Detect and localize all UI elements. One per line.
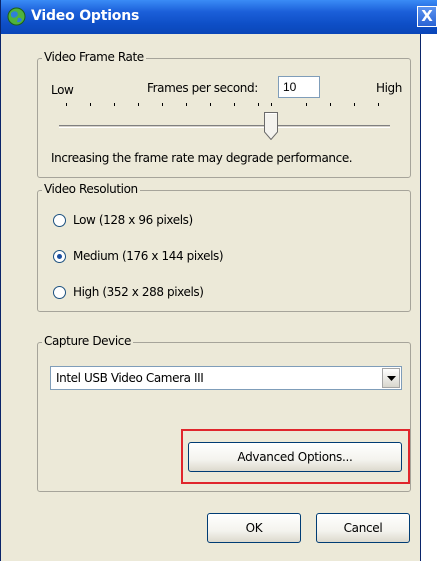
capture-device-select[interactable]: Intel USB Video Camera III: [50, 366, 402, 390]
slider-tick: [66, 103, 67, 106]
highlight-annotation: [181, 429, 410, 484]
frame-rate-high-label: High: [376, 81, 402, 95]
slider-tick: [186, 103, 187, 106]
radio-medium-label: Medium (176 x 144 pixels): [73, 249, 224, 263]
resolution-option-high[interactable]: High (352 x 288 pixels): [53, 285, 253, 301]
title-bar[interactable]: Video Options X: [1, 0, 437, 34]
close-button[interactable]: X: [417, 6, 437, 27]
radio-high[interactable]: [53, 286, 66, 299]
slider-tick: [138, 103, 139, 106]
capture-device-value: Intel USB Video Camera III: [56, 371, 204, 385]
radio-medium[interactable]: [53, 250, 66, 263]
slider-tick: [162, 103, 163, 106]
capture-device-dropdown-button[interactable]: [382, 368, 400, 388]
slider-tick: [234, 103, 235, 106]
window-title: Video Options: [31, 8, 140, 24]
fps-label: Frames per second:: [147, 81, 258, 95]
fps-input[interactable]: [278, 76, 320, 98]
slider-tick: [114, 103, 115, 106]
frame-rate-note: Increasing the frame rate may degrade pe…: [51, 151, 353, 165]
frame-rate-slider-thumb[interactable]: [264, 112, 278, 141]
slider-tick: [378, 103, 379, 106]
close-icon: X: [421, 7, 433, 25]
slider-tick: [210, 103, 211, 106]
slider-tick: [258, 103, 259, 106]
chevron-down-icon: [387, 376, 396, 381]
radio-high-label: High (352 x 288 pixels): [73, 285, 204, 299]
video-options-dialog: Video Options X Video Frame Rate Low Fra…: [0, 0, 437, 561]
resolution-option-low[interactable]: Low (128 x 96 pixels): [53, 213, 253, 229]
frame-rate-group-title: Video Frame Rate: [42, 50, 146, 64]
resolution-option-medium[interactable]: Medium (176 x 144 pixels): [53, 249, 253, 265]
capture-device-group-title: Capture Device: [42, 334, 133, 348]
slider-tick: [90, 103, 91, 106]
ok-button[interactable]: OK: [207, 513, 301, 543]
globe-camera-icon: [7, 7, 26, 26]
radio-low-label: Low (128 x 96 pixels): [73, 213, 193, 227]
slider-tick: [354, 103, 355, 106]
slider-tick: [271, 103, 272, 106]
frame-rate-low-label: Low: [51, 83, 74, 97]
cancel-button[interactable]: Cancel: [316, 513, 410, 543]
radio-low[interactable]: [53, 214, 66, 227]
frame-rate-slider-track[interactable]: [59, 125, 390, 128]
resolution-group-title: Video Resolution: [42, 182, 140, 196]
slider-tick: [330, 103, 331, 106]
slider-tick: [306, 103, 307, 106]
